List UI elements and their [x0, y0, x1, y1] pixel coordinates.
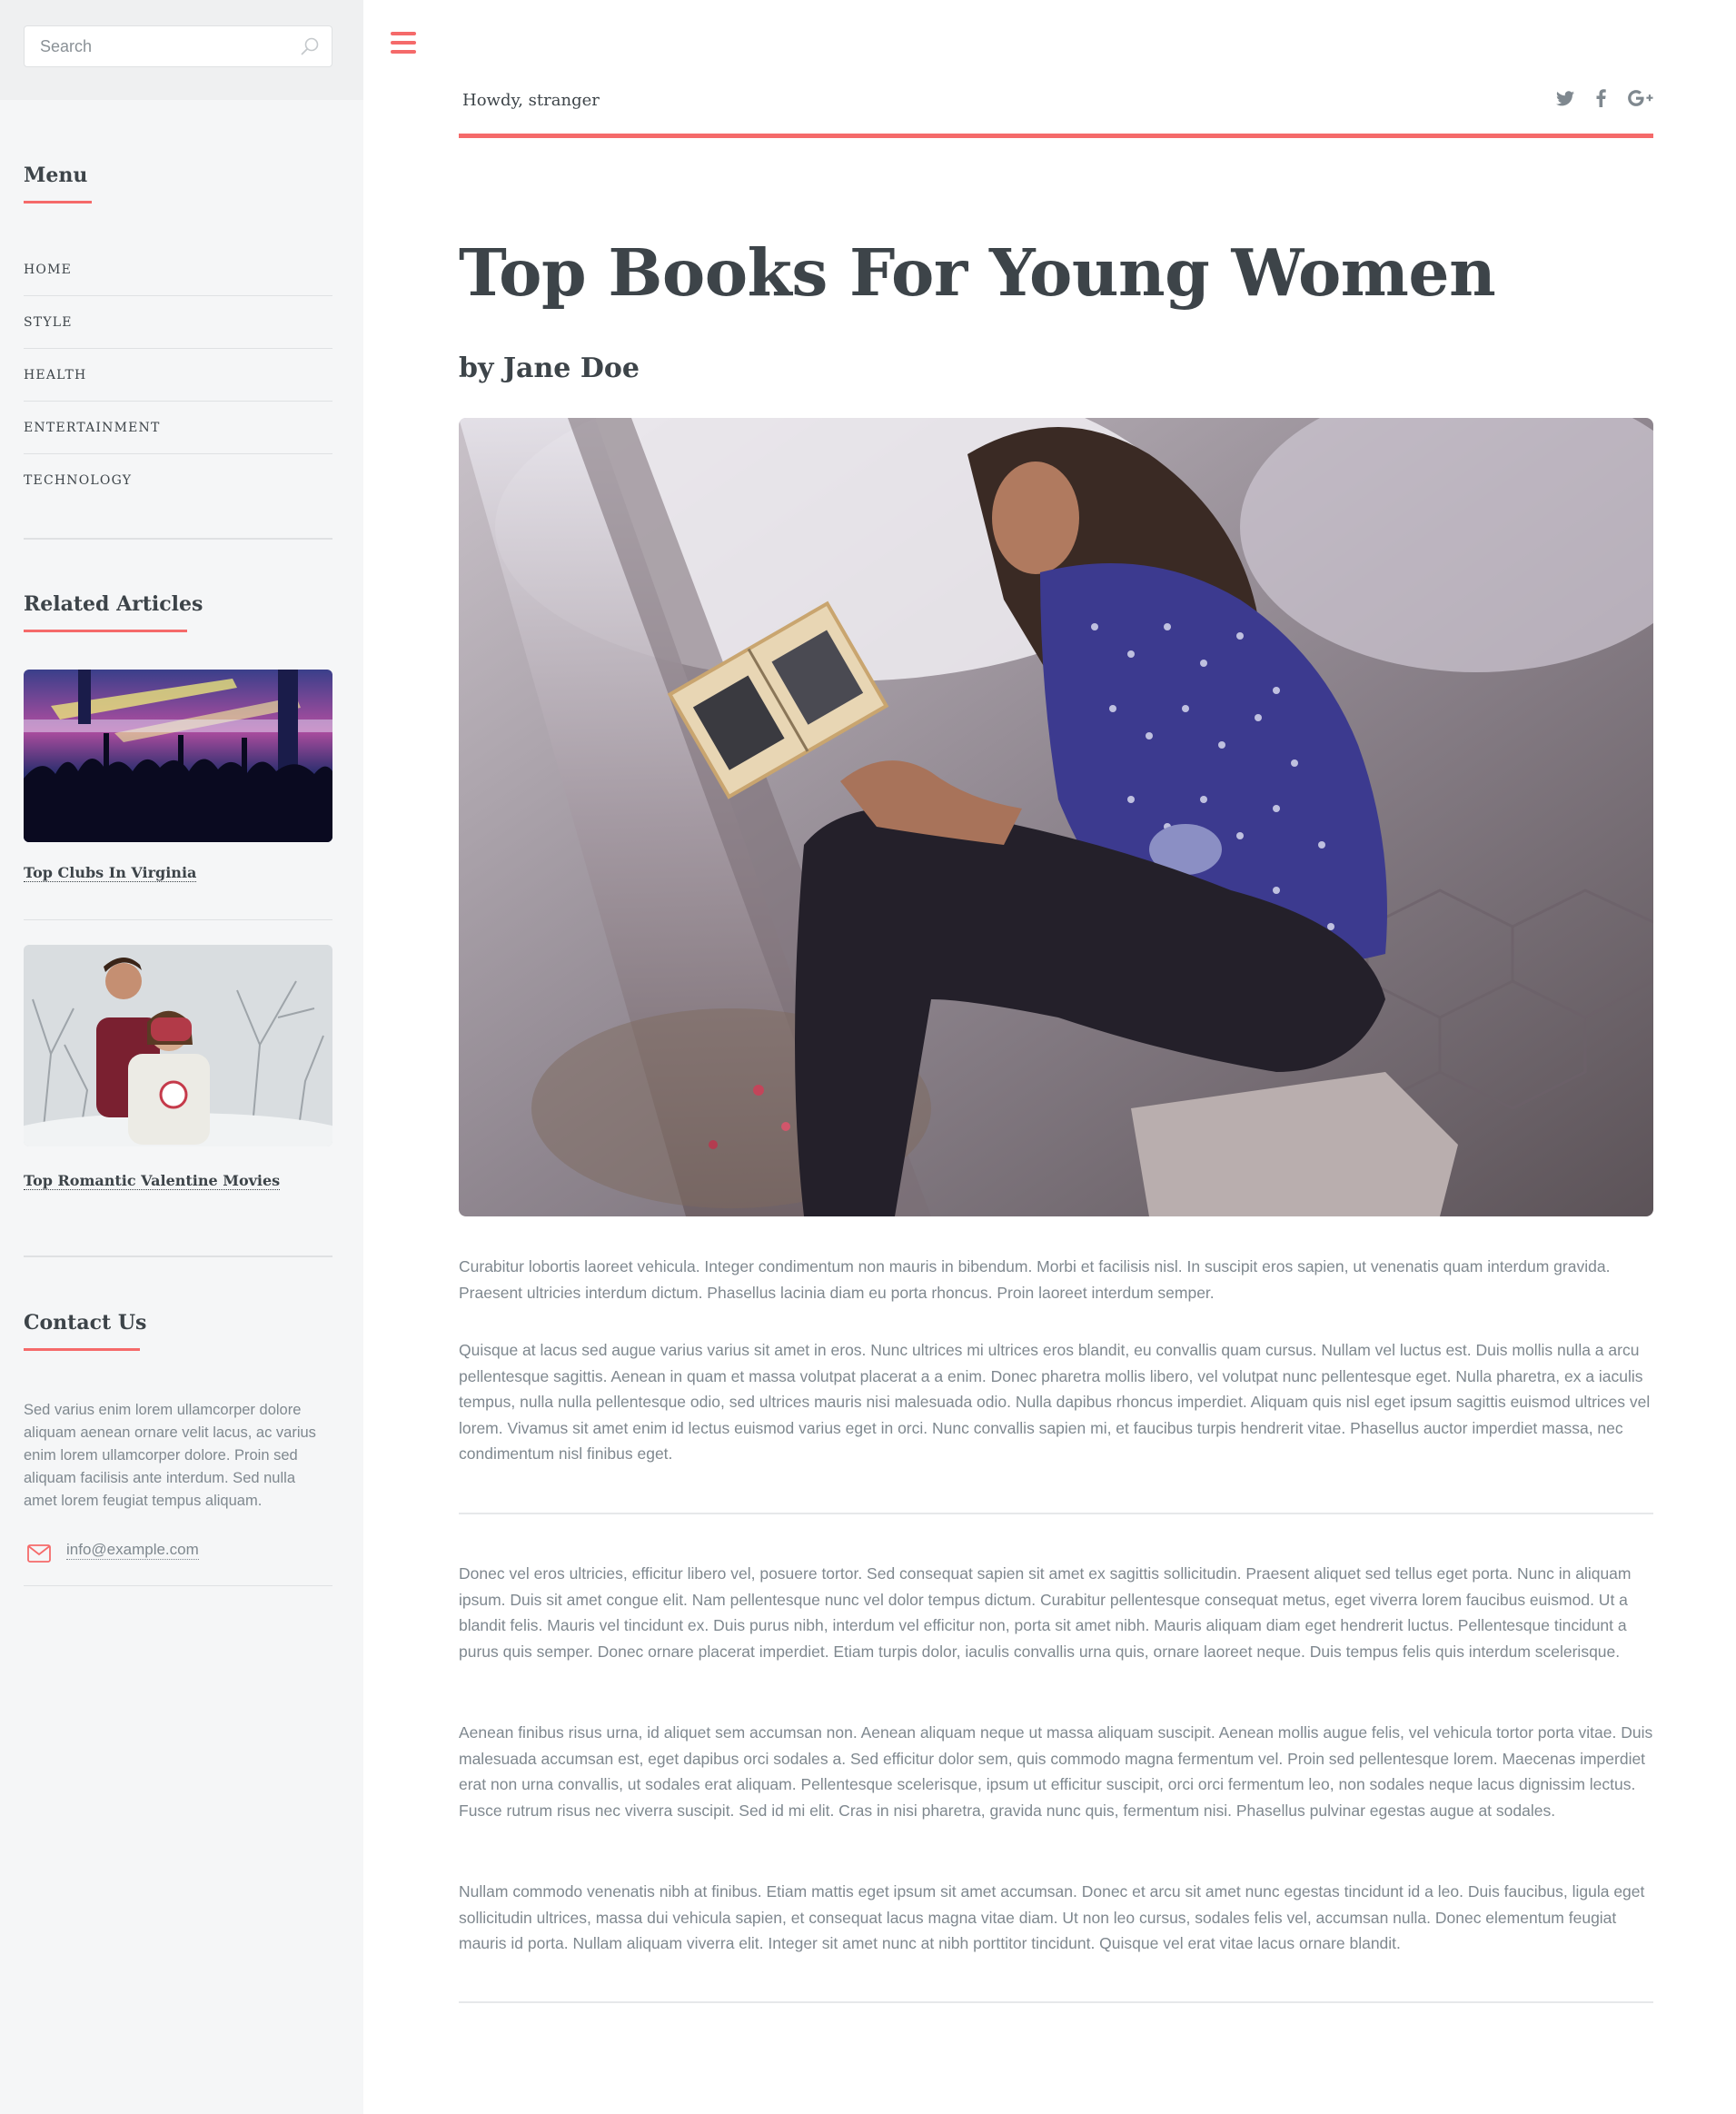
- menu-item-home[interactable]: HOME: [24, 243, 332, 296]
- article-title: Top Books For Young Women: [459, 234, 1496, 311]
- search-input[interactable]: [25, 26, 288, 66]
- contact-heading-label: Contact Us: [24, 1311, 147, 1335]
- contact-heading: Contact Us: [24, 1311, 147, 1351]
- menu-heading-underline: [24, 201, 92, 203]
- search-field[interactable]: [24, 25, 332, 67]
- woman-reading-book-image: [459, 418, 1653, 1216]
- menu-item-entertainment[interactable]: ENTERTAINMENT: [24, 402, 332, 454]
- envelope-icon: [27, 1544, 51, 1563]
- contact-heading-underline: [24, 1348, 140, 1351]
- sidebar-divider: [24, 538, 332, 540]
- article-paragraph: Quisque at lacus sed augue varius varius…: [459, 1341, 1651, 1463]
- related-article-link[interactable]: Top Clubs In Virginia: [24, 864, 197, 882]
- related-article-card: Top Romantic Valentine Movies: [24, 945, 332, 1190]
- article-paragraph: Nullam commodo venenatis nibh at finibus…: [459, 1882, 1645, 1952]
- article-author: by Jane Doe: [459, 352, 640, 384]
- social-links: [1556, 89, 1653, 107]
- snow-couple-image[interactable]: [24, 945, 332, 1146]
- menu-item-style[interactable]: STYLE: [24, 296, 332, 349]
- sidebar: Menu HOME STYLE HEALTH ENTERTAINMENT TEC…: [0, 0, 363, 2114]
- contact-description: Sed varius enim lorem ullamcorper dolore…: [24, 1402, 316, 1509]
- related-article-card: Top Clubs In Virginia: [24, 670, 332, 882]
- twitter-icon[interactable]: [1556, 90, 1574, 106]
- menu-list: HOME STYLE HEALTH ENTERTAINMENT TECHNOLO…: [24, 243, 332, 507]
- article-paragraph: Curabitur lobortis laoreet vehicula. Int…: [459, 1257, 1611, 1302]
- google-plus-icon[interactable]: [1628, 90, 1653, 106]
- menu-item-technology[interactable]: TECHNOLOGY: [24, 454, 332, 507]
- article-divider: [459, 1513, 1653, 1514]
- search-icon[interactable]: [299, 35, 321, 57]
- article-divider: [459, 2001, 1653, 2003]
- related-article-link[interactable]: Top Romantic Valentine Movies: [24, 1172, 281, 1190]
- menu-item-health[interactable]: HEALTH: [24, 349, 332, 402]
- site-header: Howdy, stranger: [459, 82, 1653, 138]
- hamburger-menu-icon[interactable]: [391, 32, 420, 57]
- facebook-icon[interactable]: [1596, 89, 1606, 107]
- menu-heading-label: Menu: [24, 164, 88, 187]
- club-crowd-image[interactable]: [24, 670, 332, 842]
- contact-email-row: info@example.com: [24, 1533, 332, 1586]
- article-paragraph: Aenean finibus risus urna, id aliquet se…: [459, 1723, 1653, 1820]
- greeting-text: Howdy, stranger: [462, 91, 600, 110]
- sidebar-divider: [24, 1255, 332, 1257]
- contact-email-link[interactable]: info@example.com: [66, 1541, 199, 1560]
- related-articles-heading-underline: [24, 630, 187, 632]
- related-article-divider: [24, 919, 332, 920]
- search-section: [0, 0, 363, 100]
- related-articles-heading-label: Related Articles: [24, 592, 203, 616]
- article-paragraph: Donec vel eros ultricies, efficitur libe…: [459, 1564, 1632, 1661]
- menu-heading: Menu: [24, 164, 92, 203]
- related-articles-heading: Related Articles: [24, 592, 203, 632]
